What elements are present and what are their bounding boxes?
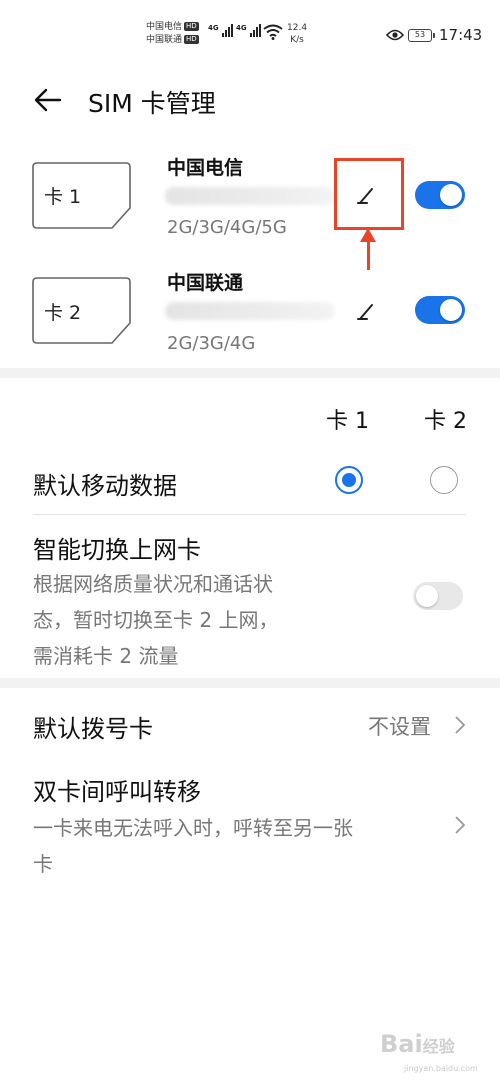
clock: 17:43 <box>439 26 483 44</box>
smart-switch-description: 根据网络质量状况和通话状 态，暂时切换至卡 2 上网， 需消耗卡 2 流量 <box>33 566 353 674</box>
arrow-left-icon[interactable] <box>32 84 64 116</box>
speed-unit: K/s <box>290 35 304 45</box>
battery-icon: 53 <box>408 29 435 42</box>
network-speed: 12.4 K/s <box>287 22 307 46</box>
default-dial-title: 默认拨号卡 <box>33 715 153 743</box>
default-data-card-2-radio[interactable] <box>430 466 458 494</box>
status-bar: 中国电信 HD 中国联通 HD 4G 4G 12.4 K/s 53 17:43 <box>0 0 500 70</box>
page-title: SIM 卡管理 <box>88 89 216 118</box>
signal-icon: 4G <box>236 24 261 37</box>
column-header-card-2: 卡 2 <box>424 409 467 434</box>
wifi-icon <box>263 24 283 40</box>
phone-number-redacted <box>165 187 335 205</box>
battery-level: 53 <box>414 30 426 39</box>
sim-network-types: 2G/3G/4G/5G <box>167 217 287 238</box>
carrier-1-label: 中国电信 <box>146 22 183 32</box>
sim-card-label: 卡 1 <box>44 186 82 208</box>
network-type-2: 4G <box>236 24 247 32</box>
app-header: SIM 卡管理 <box>0 70 500 134</box>
toggle-knob <box>440 299 462 321</box>
column-header-card-1: 卡 1 <box>326 409 369 434</box>
carrier-list: 中国电信 HD 中国联通 HD <box>146 21 199 47</box>
eye-icon <box>386 29 404 41</box>
call-forwarding-description: 一卡来电无法呼入时，呼转至另一张 卡 <box>33 810 453 882</box>
carrier-2-label: 中国联通 <box>146 35 183 45</box>
pencil-icon[interactable] <box>355 300 377 322</box>
section-divider <box>0 678 500 688</box>
watermark-logo: Bai经验 <box>380 1030 455 1058</box>
chevron-right-icon <box>455 716 466 734</box>
sim-card-label: 卡 2 <box>44 302 82 324</box>
description-line: 根据网络质量状况和通话状 <box>33 572 273 596</box>
call-forwarding-title: 双卡间呼叫转移 <box>33 778 201 806</box>
signal-icon: 4G <box>208 24 233 37</box>
description-line: 卡 <box>33 852 53 876</box>
default-data-card-1-radio[interactable] <box>335 466 363 494</box>
sim-network-types: 2G/3G/4G <box>167 333 256 354</box>
phone-number-redacted <box>165 302 335 320</box>
chevron-right-icon <box>455 816 466 834</box>
annotation-highlight-box <box>334 158 404 230</box>
watermark-url: jingyan.baidu.com <box>404 1064 478 1073</box>
section-divider <box>0 368 500 378</box>
annotation-arrow-shaft <box>367 238 370 270</box>
description-line: 需消耗卡 2 流量 <box>33 644 179 668</box>
toggle-knob <box>416 585 438 607</box>
sim-carrier-name: 中国联通 <box>167 272 244 294</box>
description-line: 一卡来电无法呼入时，呼转至另一张 <box>33 816 353 840</box>
default-data-title: 默认移动数据 <box>33 472 177 500</box>
smart-switch-toggle[interactable] <box>413 582 463 610</box>
hd-badge: HD <box>184 35 199 44</box>
row-divider <box>33 514 466 515</box>
sim-2-toggle[interactable] <box>415 296 465 324</box>
default-dial-value: 不设置 <box>368 715 431 739</box>
speed-value: 12.4 <box>287 23 308 33</box>
sim-carrier-name: 中国电信 <box>167 157 244 179</box>
sim-1-toggle[interactable] <box>415 181 465 209</box>
description-line: 态，暂时切换至卡 2 上网， <box>33 608 279 632</box>
toggle-knob <box>440 184 462 206</box>
network-type-1: 4G <box>208 24 219 32</box>
hd-badge: HD <box>184 22 199 31</box>
smart-switch-title: 智能切换上网卡 <box>33 536 201 564</box>
